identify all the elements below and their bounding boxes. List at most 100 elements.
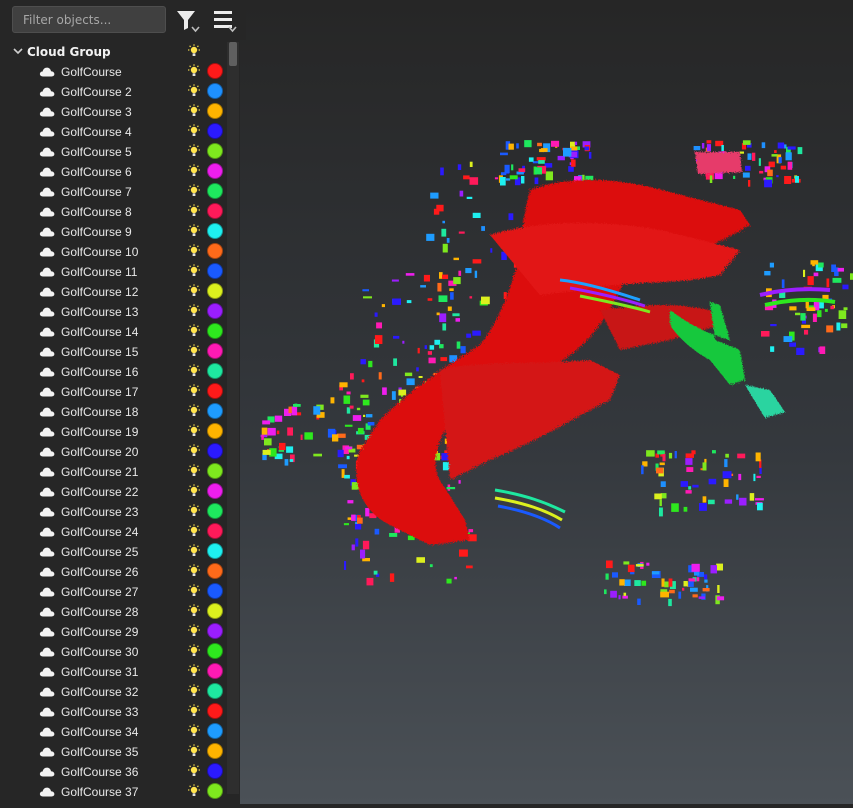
tree-item[interactable]: GolfCourse 15: [0, 342, 226, 362]
tree-item[interactable]: GolfCourse 7: [0, 182, 226, 202]
color-swatch[interactable]: [207, 143, 223, 159]
tree-item[interactable]: GolfCourse 17: [0, 382, 226, 402]
tree-item[interactable]: GolfCourse 30: [0, 642, 226, 662]
color-swatch[interactable]: [207, 283, 223, 299]
lightbulb-icon[interactable]: [187, 344, 201, 358]
lightbulb-icon[interactable]: [187, 664, 201, 678]
tree-item[interactable]: GolfCourse 28: [0, 602, 226, 622]
lightbulb-icon[interactable]: [187, 64, 201, 78]
tree-item[interactable]: GolfCourse 26: [0, 562, 226, 582]
color-swatch[interactable]: [207, 683, 223, 699]
lightbulb-icon[interactable]: [187, 424, 201, 438]
color-swatch[interactable]: [207, 663, 223, 679]
lightbulb-icon[interactable]: [187, 84, 201, 98]
tree-item[interactable]: GolfCourse 14: [0, 322, 226, 342]
lightbulb-icon[interactable]: [187, 184, 201, 198]
menu-button[interactable]: [212, 8, 238, 34]
color-swatch[interactable]: [207, 743, 223, 759]
lightbulb-icon[interactable]: [187, 364, 201, 378]
tree-item[interactable]: GolfCourse 3: [0, 102, 226, 122]
lightbulb-icon[interactable]: [187, 764, 201, 778]
color-swatch[interactable]: [207, 703, 223, 719]
tree-item[interactable]: GolfCourse 29: [0, 622, 226, 642]
tree-item[interactable]: GolfCourse 36: [0, 762, 226, 782]
scrollbar-thumb[interactable]: [229, 42, 237, 66]
point-cloud-render[interactable]: [240, 40, 853, 804]
lightbulb-icon[interactable]: [187, 264, 201, 278]
color-swatch[interactable]: [207, 483, 223, 499]
lightbulb-icon[interactable]: [187, 604, 201, 618]
tree-item[interactable]: GolfCourse 25: [0, 542, 226, 562]
color-swatch[interactable]: [207, 103, 223, 119]
lightbulb-icon[interactable]: [187, 584, 201, 598]
tree-item[interactable]: GolfCourse 24: [0, 522, 226, 542]
lightbulb-icon[interactable]: [187, 544, 201, 558]
tree-item[interactable]: GolfCourse 32: [0, 682, 226, 702]
lightbulb-icon[interactable]: [187, 484, 201, 498]
lightbulb-icon[interactable]: [187, 784, 201, 798]
lightbulb-icon[interactable]: [187, 524, 201, 538]
color-swatch[interactable]: [207, 363, 223, 379]
tree-item[interactable]: GolfCourse 2: [0, 82, 226, 102]
tree-item[interactable]: GolfCourse: [0, 62, 226, 82]
tree-group-cloud-group[interactable]: Cloud Group: [0, 42, 226, 62]
tree-item[interactable]: GolfCourse 34: [0, 722, 226, 742]
color-swatch[interactable]: [207, 603, 223, 619]
tree-item[interactable]: GolfCourse 9: [0, 222, 226, 242]
lightbulb-icon[interactable]: [187, 724, 201, 738]
lightbulb-icon[interactable]: [187, 144, 201, 158]
tree-item[interactable]: GolfCourse 13: [0, 302, 226, 322]
tree-item[interactable]: GolfCourse 18: [0, 402, 226, 422]
color-swatch[interactable]: [207, 783, 223, 799]
color-swatch[interactable]: [207, 343, 223, 359]
lightbulb-icon[interactable]: [187, 704, 201, 718]
tree-item[interactable]: GolfCourse 33: [0, 702, 226, 722]
lightbulb-icon[interactable]: [187, 304, 201, 318]
lightbulb-icon[interactable]: [187, 744, 201, 758]
tree-item[interactable]: GolfCourse 19: [0, 422, 226, 442]
color-swatch[interactable]: [207, 263, 223, 279]
color-swatch[interactable]: [207, 763, 223, 779]
tree-item[interactable]: GolfCourse 16: [0, 362, 226, 382]
tree-item[interactable]: GolfCourse 10: [0, 242, 226, 262]
color-swatch[interactable]: [207, 63, 223, 79]
lightbulb-icon[interactable]: [187, 444, 201, 458]
lightbulb-icon[interactable]: [187, 204, 201, 218]
color-swatch[interactable]: [207, 443, 223, 459]
color-swatch[interactable]: [207, 643, 223, 659]
color-swatch[interactable]: [207, 183, 223, 199]
lightbulb-icon[interactable]: [187, 684, 201, 698]
color-swatch[interactable]: [207, 523, 223, 539]
tree-item[interactable]: GolfCourse 31: [0, 662, 226, 682]
lightbulb-icon[interactable]: [187, 104, 201, 118]
lightbulb-icon[interactable]: [187, 324, 201, 338]
filter-objects-input[interactable]: [12, 6, 166, 33]
color-swatch[interactable]: [207, 403, 223, 419]
color-swatch[interactable]: [207, 583, 223, 599]
tree-item[interactable]: GolfCourse 23: [0, 502, 226, 522]
color-swatch[interactable]: [207, 203, 223, 219]
color-swatch[interactable]: [207, 463, 223, 479]
lightbulb-icon[interactable]: [187, 44, 201, 58]
tree-scrollbar[interactable]: [227, 42, 239, 794]
lightbulb-icon[interactable]: [187, 384, 201, 398]
lightbulb-icon[interactable]: [187, 224, 201, 238]
lightbulb-icon[interactable]: [187, 644, 201, 658]
color-swatch[interactable]: [207, 503, 223, 519]
color-swatch[interactable]: [207, 223, 223, 239]
tree-item[interactable]: GolfCourse 12: [0, 282, 226, 302]
3d-viewport[interactable]: [240, 40, 853, 804]
lightbulb-icon[interactable]: [187, 244, 201, 258]
tree-item[interactable]: GolfCourse 11: [0, 262, 226, 282]
color-swatch[interactable]: [207, 123, 223, 139]
color-swatch[interactable]: [207, 543, 223, 559]
color-swatch[interactable]: [207, 423, 223, 439]
color-swatch[interactable]: [207, 83, 223, 99]
lightbulb-icon[interactable]: [187, 504, 201, 518]
lightbulb-icon[interactable]: [187, 164, 201, 178]
color-swatch[interactable]: [207, 563, 223, 579]
chevron-down-icon[interactable]: [12, 45, 24, 57]
lightbulb-icon[interactable]: [187, 624, 201, 638]
color-swatch[interactable]: [207, 243, 223, 259]
tree-item[interactable]: GolfCourse 8: [0, 202, 226, 222]
